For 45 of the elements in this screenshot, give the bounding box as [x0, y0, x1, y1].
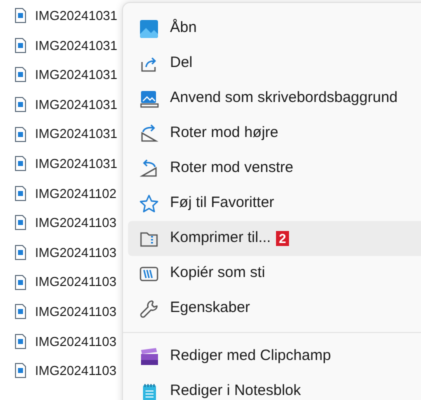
image-file-icon [15, 97, 26, 112]
image-file-icon [15, 274, 26, 290]
image-file-icon [15, 156, 26, 172]
file-name[interactable]: IMG20241103 [35, 302, 116, 322]
menu-item[interactable]: Anvend som skrivebordsbaggrund [128, 81, 421, 116]
menu-item[interactable]: Rediger i Notesblok [128, 374, 421, 400]
file-name[interactable]: IMG20241031 [35, 36, 118, 56]
image-file-icon [15, 186, 26, 201]
number-badge: 2 [276, 231, 290, 246]
wrench-icon [139, 298, 159, 318]
menu-item[interactable]: Komprimer til... 2 [128, 221, 421, 256]
image-file-icon [15, 363, 26, 378]
image-file-icon [15, 8, 26, 24]
image-file-icon [15, 215, 26, 230]
image-file-icon [15, 334, 26, 349]
menu-item[interactable]: Føj til Favoritter [128, 186, 421, 221]
picture-icon [139, 18, 159, 38]
menu-item[interactable]: Rediger med Clipchamp [128, 339, 421, 374]
image-file-icon [15, 67, 26, 82]
menu-item[interactable]: Åbn [128, 11, 421, 46]
image-file-icon [15, 38, 26, 53]
file-name[interactable]: IMG20241031 [35, 154, 118, 174]
file-name[interactable]: IMG20241031 [35, 94, 118, 114]
file-name[interactable]: IMG20241103 [35, 272, 116, 292]
rotate-left-icon [139, 158, 159, 178]
menu-item[interactable]: Kopiér som sti [128, 256, 421, 291]
file-name[interactable]: IMG20241031 [35, 65, 118, 85]
file-name[interactable]: IMG20241103 [35, 242, 116, 262]
file-name[interactable]: IMG20241031 [35, 124, 118, 144]
menu-item[interactable]: Egenskaber [128, 291, 421, 326]
file-name[interactable]: IMG20241031 [35, 6, 118, 26]
wallpaper-icon [139, 88, 159, 108]
menu-item[interactable]: Del [128, 46, 421, 81]
image-file-icon [15, 126, 26, 142]
menu-item[interactable]: Roter mod højre [128, 116, 421, 151]
image-file-icon [15, 245, 26, 260]
image-file-icon [15, 304, 26, 320]
clapperboard-icon [139, 346, 159, 366]
file-name[interactable]: IMG20241103 [35, 213, 116, 233]
file-name[interactable]: IMG20241103 [35, 361, 116, 381]
star-icon [139, 194, 159, 214]
file-name[interactable]: IMG20241103 [35, 332, 116, 352]
rotate-right-icon [139, 124, 159, 144]
file-name[interactable]: IMG20241102 [35, 184, 116, 204]
menu-item[interactable]: Roter mod venstre [128, 151, 421, 186]
